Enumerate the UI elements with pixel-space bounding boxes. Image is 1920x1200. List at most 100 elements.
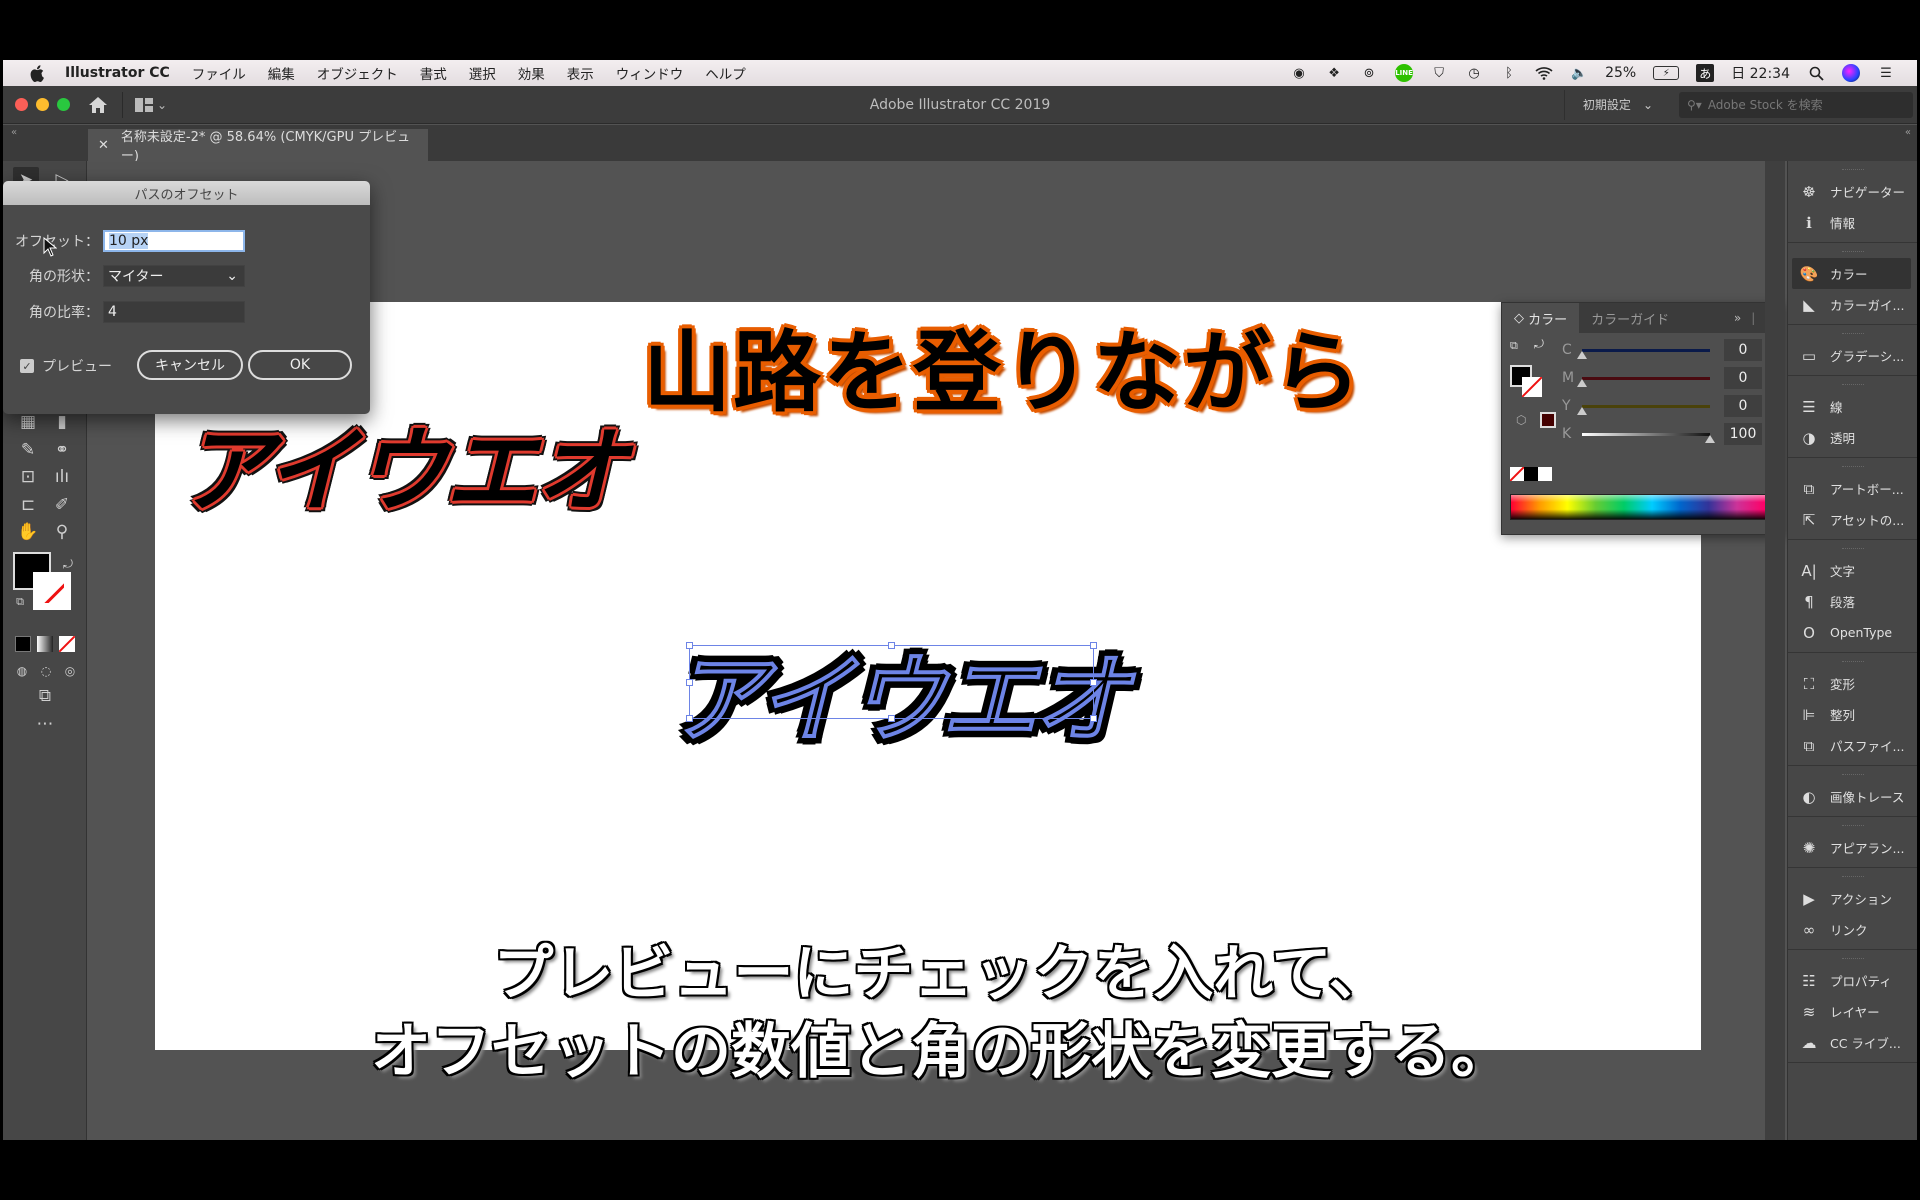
slice-tool-icon[interactable]: ✐ <box>49 492 75 518</box>
home-icon[interactable] <box>86 93 110 117</box>
dock-item-color-guide[interactable]: ◣ カラーガイ... <box>1788 289 1917 320</box>
offset-input[interactable]: 10 px <box>103 230 245 252</box>
resize-handle-right[interactable] <box>1090 679 1097 686</box>
artboard-tool-icon[interactable]: ⊏ <box>15 492 41 518</box>
shield-s-icon[interactable]: ⛉ <box>1430 64 1448 82</box>
dock-item-opentype[interactable]: O OpenType <box>1788 617 1917 648</box>
out-of-gamut-cube-icon[interactable]: ⬡ <box>1516 413 1526 427</box>
out-of-gamut-swatch[interactable] <box>1540 412 1556 428</box>
hand-tool-icon[interactable]: ✋ <box>15 519 41 545</box>
adobe-stock-search-input[interactable]: ⚲▾ Adobe Stock を検索 <box>1679 91 1913 118</box>
yellow-knob[interactable] <box>1577 406 1587 415</box>
dock-item-gradient[interactable]: ▭ グラデーシ... <box>1788 340 1917 371</box>
draw-inside-icon[interactable]: ◎ <box>57 658 83 684</box>
dock-item-pathfinder[interactable]: ⧉ パスファイ... <box>1788 730 1917 761</box>
dock-item-transparency[interactable]: ◑ 透明 <box>1788 422 1917 453</box>
black-value-input[interactable]: 100 <box>1724 423 1762 445</box>
tab-color[interactable]: ◇ カラー <box>1502 303 1580 333</box>
dock-item-appearance[interactable]: ✺ アピアラン... <box>1788 832 1917 863</box>
cyan-knob[interactable] <box>1577 350 1587 359</box>
white-swatch[interactable] <box>1538 467 1552 481</box>
dock-item-actions[interactable]: ▶ アクション <box>1788 883 1917 914</box>
change-screen-mode-icon[interactable]: ⧉ <box>32 683 58 709</box>
line-icon[interactable]: LINE <box>1395 64 1414 82</box>
magenta-value-input[interactable]: 0 <box>1724 367 1762 389</box>
yellow-track[interactable] <box>1577 404 1710 415</box>
artwork-orange-outlined-text[interactable]: 山路を登りながら <box>643 302 1363 429</box>
dock-item-image-trace[interactable]: ◐ 画像トレース <box>1788 781 1917 812</box>
minimize-window-button[interactable] <box>36 98 49 111</box>
workspace-switcher[interactable]: 初期設定 ⌄ <box>1563 89 1671 120</box>
menu-effect[interactable]: 効果 <box>518 63 545 83</box>
menu-type[interactable]: 書式 <box>420 63 447 83</box>
swap-colors-icon[interactable]: ⤾ <box>1534 337 1544 352</box>
stroke-swatch-none[interactable] <box>33 572 71 610</box>
close-window-button[interactable] <box>15 98 28 111</box>
battery-charging-icon[interactable]: ⚡ <box>1653 66 1680 80</box>
resize-handle-left[interactable] <box>686 679 693 686</box>
dock-item-transform[interactable]: ⛶ 変形 <box>1788 668 1917 699</box>
miter-limit-input[interactable]: 4 <box>103 301 245 323</box>
none-mode-button[interactable] <box>59 636 75 652</box>
yellow-value-input[interactable]: 0 <box>1724 395 1762 417</box>
preview-checkbox[interactable]: ✓ <box>20 359 34 373</box>
tab-color-guide[interactable]: カラーガイド <box>1579 303 1681 333</box>
dock-item-color-palette[interactable]: 🎨 カラー <box>1792 258 1911 289</box>
resize-handle-top-right[interactable] <box>1090 642 1097 649</box>
wifi-icon[interactable] <box>1535 64 1553 82</box>
slider-magenta[interactable]: M 0 % <box>1562 367 1781 389</box>
dock-item-artboards[interactable]: ⧉ アートボー... <box>1788 473 1917 504</box>
menubar-clock[interactable]: 日 22:34 <box>1731 63 1790 83</box>
resize-handle-top[interactable] <box>888 642 895 649</box>
collapse-dock-icon[interactable]: « <box>1905 127 1911 138</box>
default-fill-stroke-icon[interactable]: ⧉ <box>7 589 33 615</box>
dock-item-info[interactable]: ℹ 情報 <box>1788 207 1917 238</box>
menu-edit[interactable]: 編集 <box>268 63 295 83</box>
none-swatch[interactable] <box>1510 467 1524 481</box>
cancel-button[interactable]: キャンセル <box>137 350 243 380</box>
dock-item-stroke[interactable]: ☰ 線 <box>1788 391 1917 422</box>
close-tab-icon[interactable]: ✕ <box>98 138 109 153</box>
cyan-value-input[interactable]: 0 <box>1724 339 1762 361</box>
magenta-knob[interactable] <box>1577 378 1587 387</box>
dock-item-align[interactable]: ⊫ 整列 <box>1788 699 1917 730</box>
edit-toolbar-more-icon[interactable]: ⋯ <box>32 711 58 737</box>
dock-item-character[interactable]: A| 文字 <box>1788 555 1917 586</box>
selection-bounding-box[interactable] <box>686 642 1097 722</box>
color-mode-button[interactable] <box>15 636 31 652</box>
spotlight-search-icon[interactable] <box>1807 64 1825 82</box>
panel-stroke-swatch[interactable] <box>1522 377 1542 397</box>
cyan-track[interactable] <box>1577 348 1710 359</box>
black-knob[interactable] <box>1705 434 1715 443</box>
column-graph-tool-icon[interactable]: ılı <box>49 464 75 490</box>
preview-checkbox-row[interactable]: ✓ プレビュー <box>20 356 112 376</box>
dropbox-icon[interactable]: ❖ <box>1325 64 1343 82</box>
color-spectrum-bar[interactable] <box>1510 494 1766 520</box>
screen-record-icon[interactable]: ◉ <box>1290 64 1308 82</box>
siri-icon[interactable] <box>1842 64 1860 82</box>
resize-handle-bottom[interactable] <box>888 715 895 722</box>
slider-cyan[interactable]: C 0 % <box>1562 339 1781 361</box>
black-track[interactable] <box>1582 432 1715 443</box>
bluetooth-icon[interactable]: ᛒ <box>1500 64 1518 82</box>
ok-button[interactable]: OK <box>248 350 352 380</box>
creative-cloud-icon[interactable]: ⊚ <box>1360 64 1378 82</box>
resize-handle-bottom-left[interactable] <box>686 715 693 722</box>
input-method-icon[interactable]: あ <box>1696 64 1715 82</box>
slider-yellow[interactable]: Y 0 % <box>1562 395 1781 417</box>
dock-item-asset-export[interactable]: ⇱ アセットの... <box>1788 504 1917 535</box>
menu-help[interactable]: ヘルプ <box>705 63 746 83</box>
blend-tool-icon[interactable]: ⚭ <box>49 437 75 463</box>
swap-fill-stroke-icon[interactable]: ⤾ <box>55 551 81 577</box>
app-menu[interactable]: Illustrator CC <box>65 65 170 81</box>
zoom-window-button[interactable] <box>57 98 70 111</box>
resize-handle-top-left[interactable] <box>686 642 693 649</box>
menu-select[interactable]: 選択 <box>469 63 496 83</box>
time-machine-icon[interactable]: ◷ <box>1465 64 1483 82</box>
menu-file[interactable]: ファイル <box>192 63 246 83</box>
magenta-track[interactable] <box>1577 376 1710 387</box>
menu-object[interactable]: オブジェクト <box>317 63 398 83</box>
zoom-tool-icon[interactable]: ⚲ <box>49 519 75 545</box>
black-swatch[interactable] <box>1524 467 1538 481</box>
artwork-red-outlined-text[interactable]: アイウエオ <box>180 397 627 530</box>
